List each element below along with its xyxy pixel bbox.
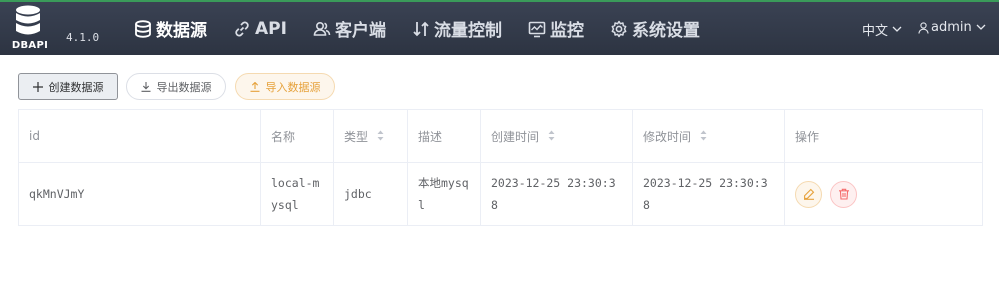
table-header-row: id 名称 类型 描述 创建时间 修改时间 操作 bbox=[18, 109, 983, 163]
main-nav: 数据源 API 客户端 流量控制 监控 系统设置 bbox=[134, 2, 726, 55]
monitor-icon bbox=[528, 20, 546, 38]
nav-label: 监控 bbox=[549, 21, 584, 41]
cell-created: 2023-12-25 23:30:38 bbox=[480, 162, 633, 226]
logo-text: DBAPI bbox=[11, 40, 49, 51]
edit-button[interactable] bbox=[795, 180, 822, 208]
chevron-down-icon bbox=[976, 20, 986, 35]
nav-item-client[interactable]: 客户端 bbox=[313, 2, 386, 55]
version-label: 4.1.0 bbox=[66, 31, 100, 44]
nav-item-api[interactable]: API bbox=[233, 2, 287, 55]
cell-id: qkMnVJmY bbox=[18, 162, 261, 226]
column-header-id: id bbox=[18, 109, 261, 163]
column-header-name: 名称 bbox=[260, 109, 334, 163]
cell-type: jdbc bbox=[333, 162, 408, 226]
sort-arrows-icon bbox=[412, 20, 430, 38]
edit-icon bbox=[803, 188, 815, 200]
nav-label: 数据源 bbox=[156, 21, 207, 41]
chevron-down-icon bbox=[892, 22, 902, 37]
gear-icon bbox=[610, 20, 628, 38]
download-icon bbox=[141, 81, 151, 92]
cell-name: local-mysql bbox=[260, 162, 334, 226]
table-row: qkMnVJmY local-mysql jdbc 本地mysql 2023-1… bbox=[18, 162, 983, 226]
import-datasource-button[interactable]: 导入数据源 bbox=[235, 73, 335, 100]
database-icon bbox=[134, 19, 152, 38]
delete-button[interactable] bbox=[830, 180, 857, 208]
import-label: 导入数据源 bbox=[265, 80, 321, 94]
link-icon bbox=[233, 20, 251, 38]
nav-item-flow-control[interactable]: 流量控制 bbox=[412, 2, 502, 55]
username-label: admin bbox=[931, 20, 972, 35]
column-header-actions: 操作 bbox=[784, 109, 983, 163]
action-toolbar: 创建数据源 导出数据源 导入数据源 bbox=[18, 73, 335, 100]
column-header-modified[interactable]: 修改时间 bbox=[632, 109, 785, 163]
users-icon bbox=[313, 20, 331, 38]
database-logo-icon bbox=[16, 5, 40, 35]
nav-label: 客户端 bbox=[334, 21, 386, 41]
nav-item-datasource[interactable]: 数据源 bbox=[134, 2, 207, 55]
create-datasource-button[interactable]: 创建数据源 bbox=[18, 73, 118, 100]
top-navbar: DBAPI 4.1.0 数据源 API 客户端 流量控制 监控 系统设置 中文 … bbox=[0, 0, 999, 55]
cell-description: 本地mysql bbox=[407, 162, 481, 226]
cell-actions bbox=[784, 162, 983, 226]
column-header-description: 描述 bbox=[407, 109, 481, 163]
sort-caret-icon[interactable] bbox=[548, 130, 555, 144]
language-dropdown[interactable]: 中文 bbox=[862, 20, 902, 39]
nav-item-settings[interactable]: 系统设置 bbox=[610, 2, 700, 55]
cell-modified: 2023-12-25 23:30:38 bbox=[632, 162, 785, 226]
user-dropdown[interactable]: admin bbox=[918, 20, 986, 35]
nav-label: 系统设置 bbox=[631, 21, 700, 41]
user-icon bbox=[918, 21, 929, 34]
create-label: 创建数据源 bbox=[48, 80, 104, 94]
sort-caret-icon[interactable] bbox=[377, 130, 384, 144]
nav-label: API bbox=[255, 18, 287, 39]
export-label: 导出数据源 bbox=[156, 80, 212, 94]
column-header-created[interactable]: 创建时间 bbox=[480, 109, 633, 163]
nav-item-monitor[interactable]: 监控 bbox=[528, 2, 584, 55]
language-label: 中文 bbox=[862, 24, 889, 39]
plus-icon bbox=[32, 81, 43, 92]
datasource-table: id 名称 类型 描述 创建时间 修改时间 操作 qkMnVJmY local-… bbox=[18, 109, 983, 226]
nav-label: 流量控制 bbox=[433, 21, 502, 41]
sort-caret-icon[interactable] bbox=[700, 130, 707, 144]
upload-icon bbox=[250, 81, 260, 92]
dbapi-logo[interactable]: DBAPI bbox=[8, 4, 48, 54]
export-datasource-button[interactable]: 导出数据源 bbox=[126, 73, 226, 100]
trash-icon bbox=[838, 188, 850, 200]
column-header-type[interactable]: 类型 bbox=[333, 109, 408, 163]
